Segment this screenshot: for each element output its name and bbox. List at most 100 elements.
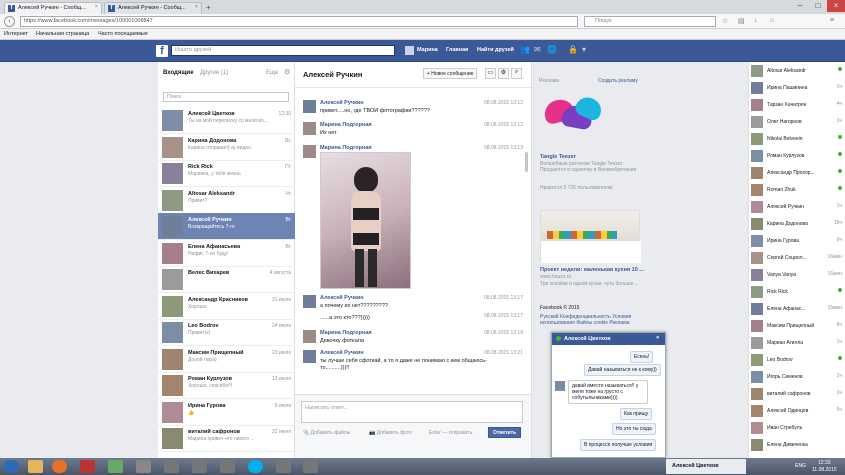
chat-header[interactable]: Алексей Цветков × xyxy=(552,333,665,345)
contact-item[interactable]: Ирина Пашинина 1ч xyxy=(751,81,844,95)
contact-item[interactable]: Nikolai Belveein xyxy=(751,132,844,146)
more-menu[interactable]: Еще xyxy=(266,70,278,76)
add-photo-button[interactable]: 📷 Добавить фото xyxy=(369,430,412,436)
avatar[interactable] xyxy=(555,381,565,391)
app-icon[interactable] xyxy=(136,460,151,473)
maximize-icon[interactable]: □ xyxy=(809,0,827,12)
enter-to-send-checkbox[interactable]: Enter — отправить xyxy=(429,430,472,436)
app-icon[interactable] xyxy=(80,460,95,473)
contact-item[interactable]: Vanya Vanya 16мин xyxy=(751,268,844,282)
add-files-button[interactable]: 📎 Добавить файлы xyxy=(303,430,350,436)
messages-icon[interactable]: ✉ xyxy=(534,46,542,54)
facebook-logo[interactable]: f xyxy=(156,45,168,57)
conversation-item[interactable]: Алексей Цветков Ты на мой переписку со м… xyxy=(158,107,295,134)
contact-item[interactable]: Елена Дивиченка xyxy=(751,438,844,452)
close-tab-icon[interactable]: × xyxy=(195,4,198,10)
create-ad-link[interactable]: Создать рекламу xyxy=(598,78,638,84)
footer-link[interactable]: Реклама xyxy=(609,320,629,326)
taskbar-chat-tab[interactable]: Алексей Цветков xyxy=(666,459,746,474)
conversation-item[interactable]: Ирина Гурова 👍 9 июля xyxy=(158,399,295,426)
ad-title[interactable]: Проект недели: маленькая кухня 10 ... xyxy=(540,267,644,273)
conversation-search-input[interactable]: Поиск xyxy=(163,92,289,102)
photo-attachment[interactable] xyxy=(320,152,411,289)
menu-icon[interactable]: ≡ xyxy=(830,17,834,24)
contact-item[interactable]: Ирина Гурова 6ч xyxy=(751,234,844,248)
firefox-icon[interactable] xyxy=(52,460,67,473)
reply-textarea[interactable]: Написать ответ... xyxy=(301,401,523,423)
nav-home-link[interactable]: Главная xyxy=(446,47,468,53)
contact-item[interactable]: Александр Прохор... xyxy=(751,166,844,180)
contact-item[interactable]: Roman Zhuk xyxy=(751,183,844,197)
reply-button[interactable]: Ответить xyxy=(488,427,522,438)
conversation-item[interactable]: виталий сафронов Марина привет-что никог… xyxy=(158,425,295,452)
friend-requests-icon[interactable]: 👥 xyxy=(520,46,530,54)
conversation-item[interactable]: Роман Курлузов Хорошо, спасибо!!! 13 июл… xyxy=(158,372,295,399)
conversation-item[interactable]: Елена Афанасьева Нафиг, 7-но буду! Вт xyxy=(158,240,295,267)
ad-image-kitchen[interactable] xyxy=(540,210,641,263)
avatar[interactable] xyxy=(405,46,414,55)
message-author[interactable]: Марина Подгорная xyxy=(320,145,372,151)
contact-item[interactable]: Карина Додонова 15ч xyxy=(751,217,844,231)
file-explorer-icon[interactable] xyxy=(28,460,43,473)
message-author[interactable]: Алексей Ручкин xyxy=(320,295,364,301)
bookmark-item[interactable]: Интернет xyxy=(4,31,28,37)
contact-item[interactable]: виталий сафронов 1ч xyxy=(751,387,844,401)
app-icon[interactable] xyxy=(303,460,318,473)
conversation-item[interactable]: Карина Додонова Карина отправил(-а) виде… xyxy=(158,134,295,161)
avatar[interactable] xyxy=(303,295,316,308)
home-icon[interactable]: ⌂ xyxy=(770,17,774,24)
window-close-icon[interactable]: × xyxy=(827,0,845,12)
lock-icon[interactable]: 🔒 xyxy=(568,46,578,54)
bookmarks-icon[interactable]: ▤ xyxy=(738,17,745,25)
contact-item[interactable]: Олег Нагорнов 1ч xyxy=(751,115,844,129)
inbox-tab[interactable]: Входящие xyxy=(163,70,193,76)
contact-item[interactable]: Сергей Социол... 16мин xyxy=(751,251,844,265)
message-author[interactable]: Марина Подгорная xyxy=(320,330,372,336)
contact-item[interactable]: Роман Курлузов xyxy=(751,149,844,163)
ad-image-brushes[interactable] xyxy=(540,90,606,148)
app-icon[interactable] xyxy=(192,460,207,473)
conversation-item[interactable]: Александр Красников Хорошо 31 июля xyxy=(158,293,295,320)
app-icon[interactable] xyxy=(220,460,235,473)
conversation-item[interactable]: Алексей Ручкин Возвращайтесь 7-го Вт xyxy=(158,213,295,240)
avatar[interactable] xyxy=(303,145,316,158)
message-author[interactable]: Алексей Ручкин xyxy=(320,100,364,106)
download-icon[interactable]: ↓ xyxy=(754,17,758,24)
friend-search-input[interactable]: Ищите друзей xyxy=(171,45,395,56)
contact-item[interactable]: Rick Rick xyxy=(751,285,844,299)
notifications-icon[interactable]: 🌐 xyxy=(547,46,557,54)
bookmark-item[interactable]: Часто посещаемые xyxy=(98,31,148,37)
app-icon[interactable] xyxy=(164,460,179,473)
new-tab-icon[interactable]: + xyxy=(206,3,211,12)
message-author[interactable]: Марина Подгорная xyxy=(320,122,372,128)
back-arrow-icon[interactable]: ‹ xyxy=(4,16,15,27)
browser-search-input[interactable]: Пошук xyxy=(584,16,716,27)
app-icon[interactable] xyxy=(108,460,123,473)
ad-title[interactable]: Tangle Teezer xyxy=(540,154,576,160)
new-message-button[interactable]: + Новое сообщение xyxy=(423,68,478,79)
search-icon[interactable]: ⌕ xyxy=(511,68,522,79)
account-menu-icon[interactable]: ▾ xyxy=(582,46,590,54)
contact-item[interactable]: Altosar Aleksandr xyxy=(751,64,844,78)
contact-item[interactable]: Алексей Ручкин 1ч xyxy=(751,200,844,214)
browser-tab-2[interactable]: f Алексей Ручкин - Сообщ... × xyxy=(104,2,202,14)
contact-item[interactable]: Алексей Одинцов 6ч xyxy=(751,404,844,418)
other-tab[interactable]: Другие (1) xyxy=(200,70,228,76)
conversation-item[interactable]: Altosar Aleksandr Привет? Чт xyxy=(158,187,295,214)
contact-item[interactable]: Мариан Агилла 1ч xyxy=(751,336,844,350)
address-bar[interactable]: https://www.facebook.com/messages/100001… xyxy=(20,16,578,27)
skype-icon[interactable] xyxy=(248,460,263,473)
contact-item[interactable]: Иван Стребуль xyxy=(751,421,844,435)
contact-item[interactable]: Максим Прищепный 6ч xyxy=(751,319,844,333)
contact-item[interactable]: Елена Афанас... 15мин xyxy=(751,302,844,316)
nav-profile-link[interactable]: Марина xyxy=(417,47,438,53)
minimize-icon[interactable]: – xyxy=(791,0,809,12)
gear-icon[interactable]: ⚙ xyxy=(498,68,509,79)
contact-item[interactable]: Игорь Семенов 1ч xyxy=(751,370,844,384)
clock-time[interactable]: 12:33 xyxy=(818,460,831,466)
conversation-item[interactable]: Максим Прищепный Доной пора) 23 июля xyxy=(158,346,295,373)
nav-find-friends-link[interactable]: Найти друзей xyxy=(477,47,514,53)
avatar[interactable] xyxy=(303,330,316,343)
thread-scrollbar[interactable] xyxy=(525,152,528,172)
app-icon[interactable] xyxy=(276,460,291,473)
